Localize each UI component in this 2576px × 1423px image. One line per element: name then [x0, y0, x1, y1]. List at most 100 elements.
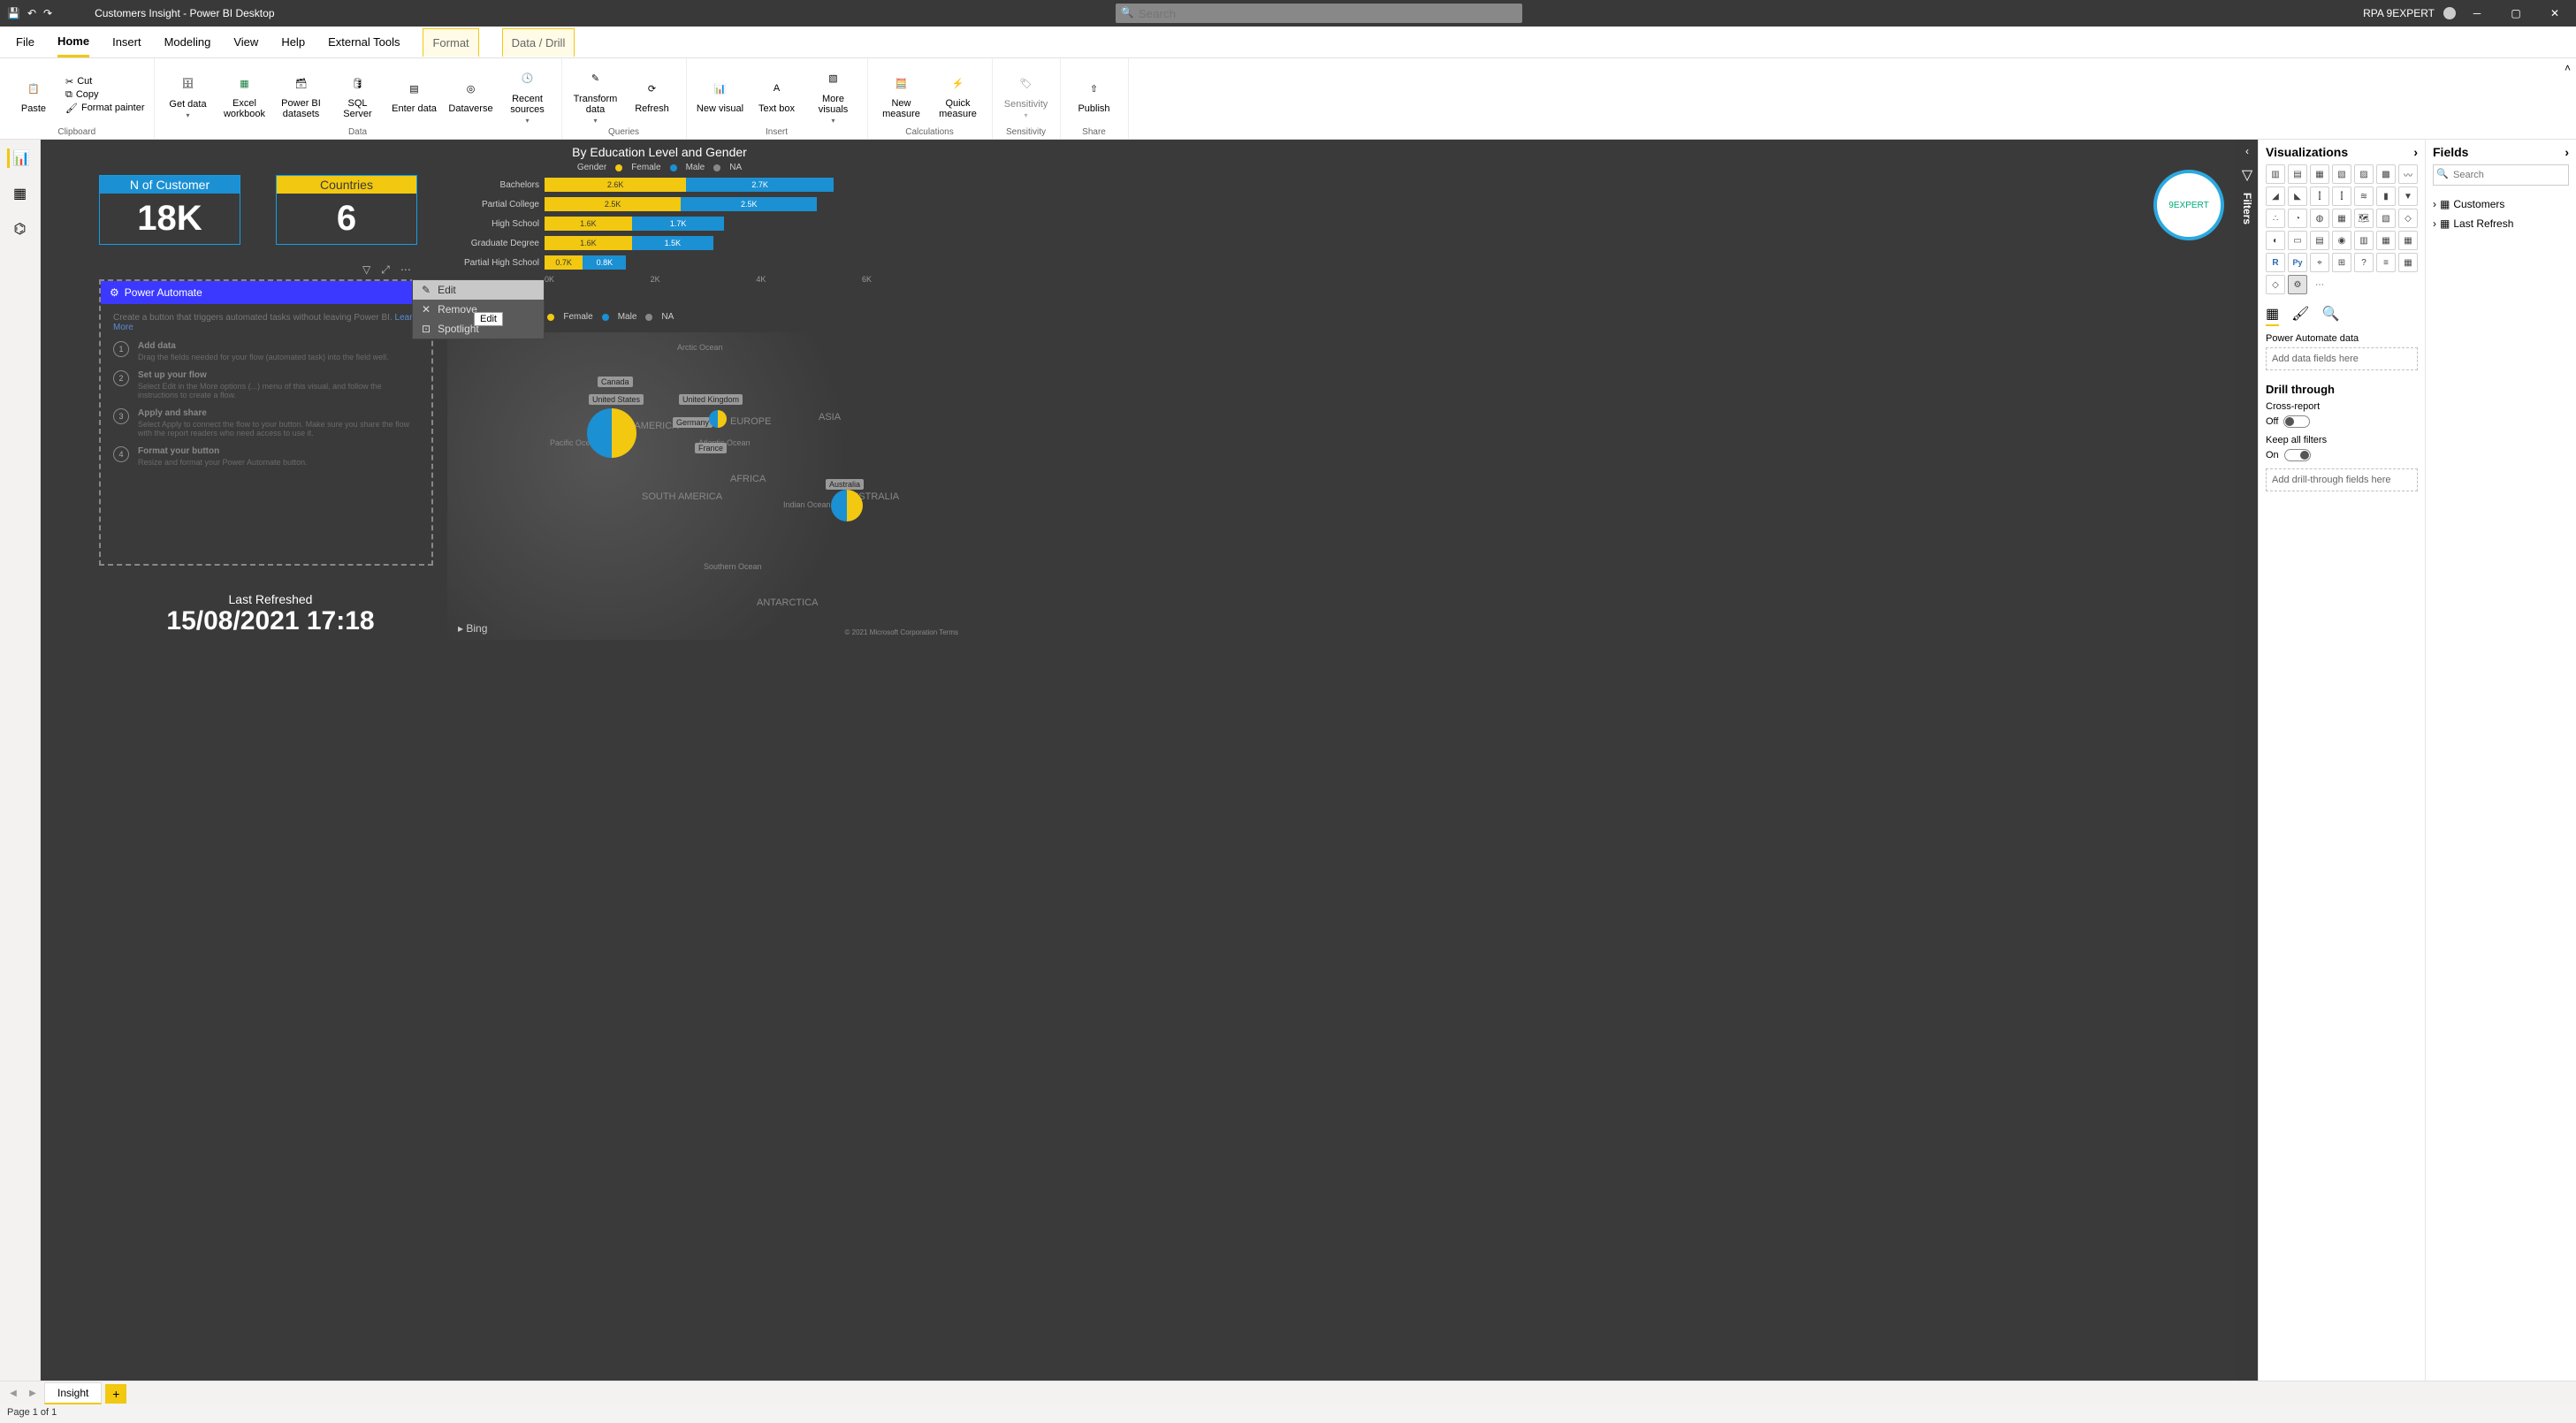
viz-filled-map[interactable]: ▧ — [2376, 209, 2396, 228]
transform-data-button[interactable]: ✎Transform data — [571, 65, 621, 125]
bar-chart[interactable]: By Education Level and Gender Gender Fem… — [447, 145, 872, 284]
new-measure-button[interactable]: 🧮New measure — [877, 70, 926, 119]
card-countries[interactable]: Countries 6 — [276, 175, 417, 245]
expand-fields-icon[interactable]: › — [2565, 145, 2569, 159]
next-page-button[interactable]: ▶ — [25, 1389, 41, 1398]
viz-key-influencers[interactable]: ⌖ — [2310, 253, 2329, 272]
format-painter-button[interactable]: 🖌Format painter — [65, 103, 145, 114]
publish-button[interactable]: ⇧Publish — [1070, 75, 1119, 114]
viz-multi-card[interactable]: ▤ — [2310, 231, 2329, 250]
enter-data-button[interactable]: ▤Enter data — [390, 75, 439, 114]
tab-view[interactable]: View — [233, 28, 258, 56]
viz-pie[interactable]: ◔ — [2288, 209, 2307, 228]
page-tab-insight[interactable]: Insight — [44, 1382, 102, 1404]
keep-filters-toggle[interactable] — [2284, 449, 2311, 461]
copy-button[interactable]: ⧉Copy — [65, 89, 145, 101]
drill-fields-well[interactable]: Add drill-through fields here — [2266, 468, 2418, 491]
viz-clustered-bar[interactable]: ▦ — [2310, 164, 2329, 184]
viz-100-column[interactable]: ▩ — [2376, 164, 2396, 184]
viz-line[interactable]: 〰 — [2398, 164, 2418, 184]
pbi-datasets-button[interactable]: 🗃Power BI datasets — [277, 70, 326, 119]
tab-help[interactable]: Help — [281, 28, 305, 56]
viz-arcgis[interactable]: ◇ — [2266, 275, 2285, 294]
viz-map[interactable]: 🗺 — [2354, 209, 2374, 228]
viz-r[interactable]: R — [2266, 253, 2285, 272]
collapse-ribbon-button[interactable]: ˄ — [2565, 62, 2571, 74]
save-icon[interactable]: 💾 — [7, 7, 20, 19]
more-visuals-button[interactable]: ▧More visuals — [809, 65, 858, 125]
user-avatar-icon[interactable] — [2443, 7, 2456, 19]
focus-mode-icon[interactable]: ⤢ — [381, 263, 390, 277]
viz-decomp[interactable]: ⊞ — [2332, 253, 2351, 272]
viz-tree[interactable]: ▦ — [2332, 209, 2351, 228]
power-automate-visual[interactable]: ⚙ Power Automate Create a button that tr… — [99, 279, 433, 566]
expand-viz-icon[interactable]: › — [2413, 145, 2418, 159]
new-visual-button[interactable]: 📊New visual — [696, 75, 745, 114]
data-view-button[interactable]: ▦ — [7, 184, 34, 203]
quick-measure-button[interactable]: ⚡Quick measure — [934, 70, 983, 119]
tab-insert[interactable]: Insert — [112, 28, 141, 56]
expand-filters-button[interactable]: ‹ — [2245, 145, 2249, 157]
fields-tab-icon[interactable]: ▦ — [2266, 305, 2279, 326]
menu-item-edit[interactable]: ✎Edit — [413, 280, 544, 300]
data-fields-well[interactable]: Add data fields here — [2266, 347, 2418, 370]
viz-qa[interactable]: ? — [2354, 253, 2374, 272]
map-visual[interactable]: NORTH AMERICA SOUTH AMERICA EUROPE AFRIC… — [447, 332, 967, 640]
sql-server-button[interactable]: 🛢SQL Server — [333, 70, 383, 119]
viz-clustered-column[interactable]: ▧ — [2332, 164, 2351, 184]
tab-format[interactable]: Format — [423, 28, 478, 57]
viz-narrative[interactable]: ≡ — [2376, 253, 2396, 272]
viz-stacked-column[interactable]: ▤ — [2288, 164, 2307, 184]
fields-search-input[interactable] — [2433, 164, 2569, 186]
viz-line-col2[interactable]: ⫿ — [2332, 186, 2351, 206]
viz-line-col[interactable]: ⫿ — [2310, 186, 2329, 206]
viz-table[interactable]: ▦ — [2376, 231, 2396, 250]
close-button[interactable]: ✕ — [2537, 0, 2572, 27]
viz-gauge[interactable]: ◐ — [2266, 231, 2285, 250]
sensitivity-button[interactable]: 🏷Sensitivity — [1002, 71, 1051, 119]
text-box-button[interactable]: AText box — [752, 75, 802, 114]
viz-paginated[interactable]: ▦ — [2398, 253, 2418, 272]
tab-home[interactable]: Home — [57, 27, 89, 57]
more-options-icon[interactable]: ⋯ — [400, 263, 411, 277]
refresh-button[interactable]: ⟳Refresh — [628, 75, 677, 114]
viz-area[interactable]: ◢ — [2266, 186, 2285, 206]
get-data-button[interactable]: 🗄Get data — [164, 71, 213, 119]
viz-more[interactable]: ⋯ — [2310, 275, 2329, 294]
tab-modeling[interactable]: Modeling — [164, 28, 211, 56]
table-last-refresh[interactable]: ›▦Last Refresh — [2433, 214, 2569, 233]
undo-icon[interactable]: ↶ — [27, 7, 36, 19]
tab-file[interactable]: File — [16, 28, 34, 56]
viz-waterfall[interactable]: ▮ — [2376, 186, 2396, 206]
report-view-button[interactable]: 📊 — [7, 148, 34, 168]
viz-power-automate[interactable]: ⚙ — [2288, 275, 2307, 294]
recent-sources-button[interactable]: 🕓Recent sources — [503, 65, 553, 125]
viz-donut[interactable]: ◍ — [2310, 209, 2329, 228]
prev-page-button[interactable]: ◀ — [5, 1389, 21, 1398]
model-view-button[interactable]: ⌬ — [7, 219, 34, 239]
viz-ribbon[interactable]: ≋ — [2354, 186, 2374, 206]
viz-matrix[interactable]: ▦ — [2398, 231, 2418, 250]
paste-button[interactable]: 📋 Paste — [9, 75, 58, 114]
excel-button[interactable]: ▦Excel workbook — [220, 70, 270, 119]
viz-100-bar[interactable]: ▨ — [2354, 164, 2374, 184]
viz-scatter[interactable]: ∴ — [2266, 209, 2285, 228]
tab-external-tools[interactable]: External Tools — [328, 28, 400, 56]
minimize-button[interactable]: ─ — [2459, 0, 2495, 27]
viz-card[interactable]: ▭ — [2288, 231, 2307, 250]
maximize-button[interactable]: ▢ — [2498, 0, 2534, 27]
viz-kpi[interactable]: ◉ — [2332, 231, 2351, 250]
global-search-input[interactable] — [1116, 4, 1522, 23]
cross-report-toggle[interactable] — [2283, 415, 2310, 428]
viz-py[interactable]: Py — [2288, 253, 2307, 272]
tab-data-drill[interactable]: Data / Drill — [502, 28, 575, 57]
viz-stacked-bar[interactable]: ▥ — [2266, 164, 2285, 184]
viz-funnel[interactable]: ▼ — [2398, 186, 2418, 206]
viz-stacked-area[interactable]: ◣ — [2288, 186, 2307, 206]
card-n-customer[interactable]: N of Customer 18K — [99, 175, 240, 245]
analytics-tab-icon[interactable]: 🔍 — [2321, 305, 2339, 326]
filter-icon[interactable]: ▽ — [362, 263, 370, 277]
cut-button[interactable]: ✂Cut — [65, 76, 145, 88]
dataverse-button[interactable]: ◎Dataverse — [446, 75, 496, 114]
viz-slicer[interactable]: ▥ — [2354, 231, 2374, 250]
